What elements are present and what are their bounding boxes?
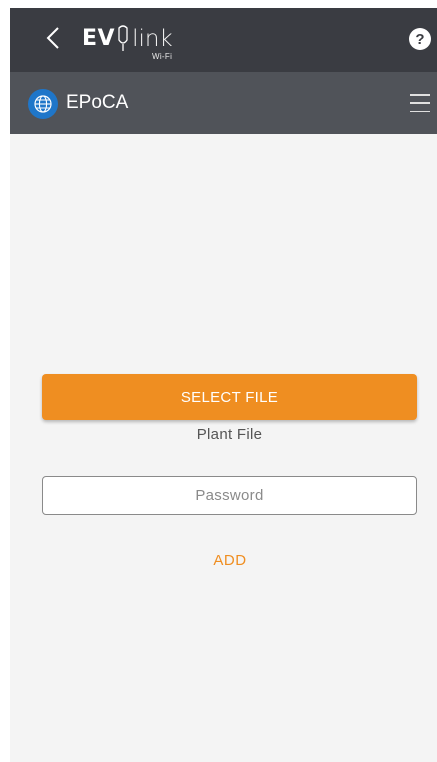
help-button[interactable]: ? — [409, 28, 431, 50]
logo-main-text: EV — [82, 26, 116, 51]
app-logo: EV link Wi-Fi — [82, 24, 173, 61]
back-button[interactable] — [40, 22, 66, 54]
app-screen: EV link Wi-Fi ? EPoCA SELECT FILE Plant … — [10, 8, 437, 762]
menu-icon-line — [410, 110, 430, 112]
logo-secondary-text: link — [132, 26, 173, 52]
globe-icon — [28, 89, 58, 119]
plant-file-label: Plant File — [196, 426, 263, 443]
select-file-button[interactable]: SELECT FILE — [42, 374, 417, 420]
menu-icon-line — [410, 102, 430, 104]
logo-sub-text: Wi-Fi — [152, 52, 173, 61]
password-input[interactable] — [42, 476, 417, 515]
chevron-left-icon — [46, 27, 59, 49]
device-title: EPoCA — [66, 92, 129, 113]
help-icon: ? — [415, 30, 425, 48]
device-bar: EPoCA — [10, 72, 437, 134]
add-button[interactable]: ADD — [198, 546, 262, 574]
app-bar: EV link Wi-Fi ? — [10, 8, 437, 72]
logo-plug-icon — [118, 25, 128, 51]
menu-icon-line — [410, 94, 430, 96]
menu-button[interactable] — [409, 92, 431, 114]
